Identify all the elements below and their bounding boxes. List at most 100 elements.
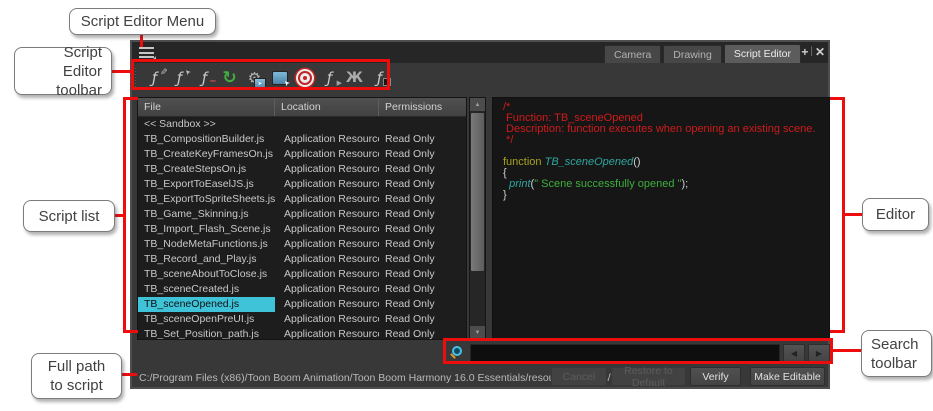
location-cell: Application Resources [275, 192, 379, 207]
code-line: Description: function executes when open… [503, 124, 829, 135]
file-cell: TB_NodeMetaFunctions.js [138, 237, 275, 252]
annotation-line-editor [845, 213, 862, 216]
file-cell: TB_ExportToSpriteSheets.js [138, 192, 275, 207]
permissions-cell: Read Only [379, 282, 466, 297]
file-rows: << Sandbox >>TB_CompositionBuilder.jsApp… [138, 117, 466, 340]
location-cell: Application Resources [275, 267, 379, 282]
tab-drawing[interactable]: Drawing [663, 45, 722, 63]
file-cell: TB_CompositionBuilder.js [138, 132, 275, 147]
make-editable-button[interactable]: Make Editable [750, 367, 825, 386]
location-cell: Application Resources [275, 237, 379, 252]
permissions-cell: Read Only [379, 147, 466, 162]
footer-bar: C:/Program Files (x86)/Toon Boom Animati… [132, 366, 828, 388]
permissions-cell: Read Only [379, 192, 466, 207]
annotation-line-full-path [120, 373, 137, 376]
annotation-tick-script-list-bottom [123, 330, 138, 333]
location-cell: Application Resources [275, 252, 379, 267]
permissions-cell: Read Only [379, 252, 466, 267]
add-view-icon[interactable]: + [801, 46, 808, 58]
location-cell: Application Resources [275, 312, 379, 327]
file-cell: TB_Record_and_Play.js [138, 252, 275, 267]
code-line: function TB_sceneOpened() [503, 157, 829, 168]
script-list-header: File Location Permissions [138, 98, 466, 117]
column-header-location[interactable]: Location [275, 98, 379, 116]
file-cell: TB_CreateStepsOn.js [138, 162, 275, 177]
file-cell: TB_ExportToEaselJS.js [138, 177, 275, 192]
file-row[interactable]: TB_Set_Position_path.jsApplication Resou… [138, 327, 466, 340]
location-cell: Application Resources [275, 147, 379, 162]
callout-full-path: Full pathto script [31, 353, 122, 399]
tab-actions: + | ✕ [801, 46, 825, 58]
file-row[interactable]: TB_CompositionBuilder.jsApplication Reso… [138, 132, 466, 147]
permissions-cell: Read Only [379, 222, 466, 237]
scroll-up-icon[interactable]: ▲ [470, 98, 485, 111]
file-row[interactable]: TB_ExportToSpriteSheets.jsApplication Re… [138, 192, 466, 207]
file-row[interactable]: TB_Game_Skinning.jsApplication Resources… [138, 207, 466, 222]
cancel-button: Cancel [551, 367, 607, 386]
location-cell: Application Resources [275, 327, 379, 340]
file-row[interactable]: TB_sceneOpenPreUI.jsApplication Resource… [138, 312, 466, 327]
annotation-line-menu [140, 34, 143, 47]
code-line: } [503, 190, 829, 201]
file-row[interactable]: TB_sceneOpened.jsApplication ResourcesRe… [138, 297, 466, 312]
annotation-tick-editor-top [830, 97, 845, 100]
file-row[interactable]: << Sandbox >> [138, 117, 466, 132]
code-content: /* Function: TB_sceneOpened Description:… [503, 102, 829, 201]
code-editor[interactable]: /* Function: TB_sceneOpened Description:… [492, 97, 830, 340]
file-row[interactable]: TB_Record_and_Play.jsApplication Resourc… [138, 252, 466, 267]
annotation-line-search [831, 349, 861, 352]
permissions-cell: Read Only [379, 207, 466, 222]
permissions-cell: Read Only [379, 297, 466, 312]
file-cell: TB_Game_Skinning.js [138, 207, 275, 222]
script-list-scrollbar[interactable]: ▲ ▼ [469, 97, 486, 340]
restore-to-default-button: Restore to Default [611, 367, 686, 386]
file-cell: TB_sceneCreated.js [138, 282, 275, 297]
annotation-rect-toolbar [131, 59, 390, 90]
location-cell: Application Resources [275, 207, 379, 222]
permissions-cell: Read Only [379, 267, 466, 282]
annotation-tick-script-list-top [123, 97, 138, 100]
code-line: print(" Scene successfully opened "); [503, 179, 829, 190]
tab-strip: CameraDrawingScript Editor [604, 44, 801, 63]
file-cell: << Sandbox >> [138, 117, 275, 132]
file-cell: TB_Set_Position_path.js [138, 327, 275, 340]
column-header-permissions[interactable]: Permissions [379, 98, 466, 116]
column-header-file[interactable]: File [138, 98, 275, 116]
tab-camera[interactable]: Camera [604, 45, 661, 63]
annotation-rect-search [443, 338, 833, 364]
file-cell: TB_CreateKeyFramesOn.js [138, 147, 275, 162]
file-row[interactable]: TB_Import_Flash_Scene.jsApplication Reso… [138, 222, 466, 237]
location-cell: Application Resources [275, 297, 379, 312]
tab-script-editor[interactable]: Script Editor [724, 44, 801, 63]
file-cell: TB_Import_Flash_Scene.js [138, 222, 275, 237]
scrollbar-thumb[interactable] [471, 113, 484, 271]
panel-menu-icon[interactable] [139, 47, 154, 58]
annotation-line-toolbar [111, 70, 132, 73]
permissions-cell [379, 117, 466, 132]
callout-script-editor-toolbar: Script Editortoolbar [14, 47, 112, 95]
file-row[interactable]: TB_ExportToEaselJS.jsApplication Resourc… [138, 177, 466, 192]
tab-divider: | [810, 46, 813, 58]
location-cell: Application Resources [275, 282, 379, 297]
location-cell: Application Resources [275, 222, 379, 237]
permissions-cell: Read Only [379, 312, 466, 327]
callout-script-editor-menu: Script Editor Menu [69, 8, 216, 35]
callout-editor: Editor [862, 198, 929, 231]
callout-search-toolbar: Searchtoolbar [861, 330, 932, 377]
permissions-cell: Read Only [379, 177, 466, 192]
file-row[interactable]: TB_sceneCreated.jsApplication ResourcesR… [138, 282, 466, 297]
file-cell: TB_sceneOpened.js [138, 297, 275, 312]
file-row[interactable]: TB_NodeMetaFunctions.jsApplication Resou… [138, 237, 466, 252]
file-row[interactable]: TB_CreateKeyFramesOn.jsApplication Resou… [138, 147, 466, 162]
file-row[interactable]: TB_CreateStepsOn.jsApplication Resources… [138, 162, 466, 177]
documentation-figure: CameraDrawingScript Editor + | ✕ File Lo… [0, 0, 933, 411]
file-cell: TB_sceneOpenPreUI.js [138, 312, 275, 327]
close-view-icon[interactable]: ✕ [815, 46, 825, 58]
verify-button[interactable]: Verify [690, 367, 741, 386]
location-cell: Application Resources [275, 162, 379, 177]
location-cell: Application Resources [275, 177, 379, 192]
file-cell: TB_sceneAboutToClose.js [138, 267, 275, 282]
permissions-cell: Read Only [379, 132, 466, 147]
file-row[interactable]: TB_sceneAboutToClose.jsApplication Resou… [138, 267, 466, 282]
code-line: */ [503, 135, 829, 146]
